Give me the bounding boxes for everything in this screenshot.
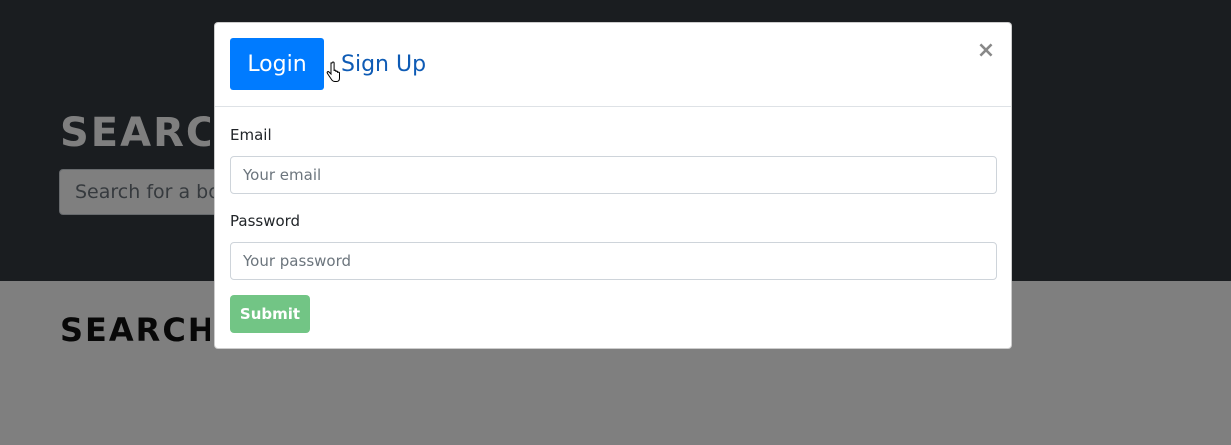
auth-modal: Login Sign Up × Email Password Submit (214, 22, 1012, 349)
hand-pointer-icon (326, 61, 340, 82)
login-tab-button[interactable]: Login (230, 38, 324, 90)
signup-tab-button[interactable]: Sign Up (341, 48, 426, 80)
email-field[interactable] (230, 156, 997, 194)
email-label: Email (230, 126, 272, 144)
modal-header: Login Sign Up × (215, 23, 1011, 107)
password-label: Password (230, 212, 301, 230)
submit-button[interactable]: Submit (230, 295, 310, 333)
password-field[interactable] (230, 242, 997, 280)
close-icon[interactable]: × (975, 37, 997, 65)
